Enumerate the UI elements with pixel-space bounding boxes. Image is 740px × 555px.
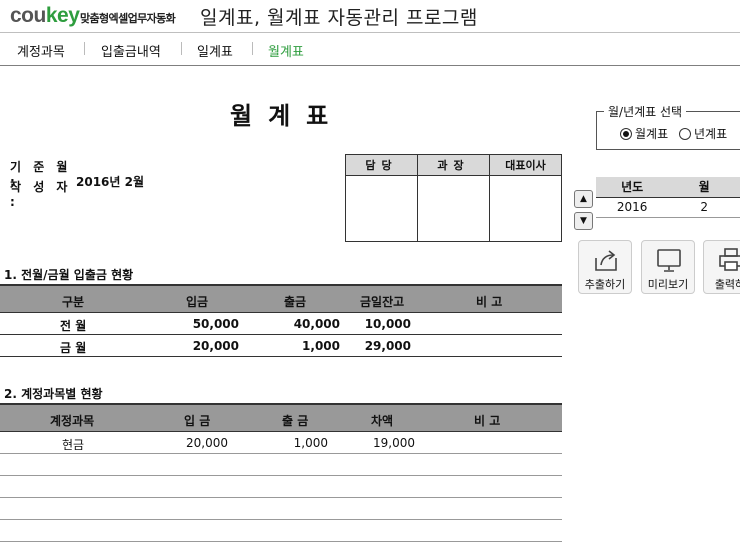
col-note: 비 고	[474, 414, 501, 428]
base-month-value: 2016년 2월	[76, 175, 145, 189]
section2-table: 계정과목 입 금 출 금 차액 비 고 현금 20,000 1,000 19,0…	[0, 403, 562, 555]
radio-yearly[interactable]: 년계표	[679, 125, 727, 142]
preview-button[interactable]: 미리보기	[641, 240, 695, 294]
section1-header-row: 구분 입금 출금 금일잔고 비 고	[0, 284, 562, 313]
table-row	[0, 476, 562, 498]
row-diff: 19,000	[373, 436, 415, 450]
section2-header-row: 계정과목 입 금 출 금 차액 비 고	[0, 403, 562, 432]
report-type-legend: 월/년계표 선택	[604, 103, 687, 120]
spin-down-button[interactable]: ▼	[574, 212, 593, 230]
table-row: 현금 20,000 1,000 19,000	[0, 432, 562, 454]
approval-cell-staff[interactable]	[345, 175, 418, 242]
print-button[interactable]: 출력하	[703, 240, 740, 294]
col-withdrawal: 출금	[284, 295, 307, 309]
logo-tagline: 맞춤형엑셀업무자동화	[80, 12, 176, 25]
row-deposit: 50,000	[192, 317, 239, 331]
menu-item-daily[interactable]: 일계표	[197, 41, 233, 60]
section1-title: 1. 전월/금월 입출금 현황	[4, 268, 134, 282]
row-withdrawal: 1,000	[293, 436, 328, 450]
section1-table: 구분 입금 출금 금일잔고 비 고 전 월 50,000 40,000 10,0…	[0, 284, 562, 357]
col-withdrawal: 출 금	[282, 414, 309, 428]
approval-table: 담당 과장 대표이사	[345, 154, 562, 242]
logo: coukey	[10, 4, 80, 27]
month-header: 월	[668, 177, 740, 198]
export-button[interactable]: 추출하기	[578, 240, 632, 294]
row-deposit: 20,000	[192, 339, 239, 353]
row-label: 전 월	[60, 319, 87, 333]
table-row: 전 월 50,000 40,000 10,000	[0, 313, 562, 335]
report-title: 월계표	[230, 102, 345, 130]
col-category: 구분	[62, 295, 85, 309]
radio-yearly-label: 년계표	[694, 127, 728, 141]
menu-item-accounts[interactable]: 계정과목	[17, 41, 65, 60]
row-balance: 29,000	[364, 339, 411, 353]
print-label: 출력하	[714, 278, 740, 291]
row-account: 현금	[62, 438, 85, 452]
printer-icon	[719, 248, 740, 271]
col-note: 비 고	[476, 295, 503, 309]
table-row	[0, 454, 562, 476]
app-header: coukey 맞춤형엑셀업무자동화 일계표, 월계표 자동관리 프로그램	[0, 0, 740, 33]
top-menu: 계정과목 입출금내역 일계표 월계표	[0, 33, 740, 66]
row-deposit: 20,000	[186, 436, 228, 450]
spin-up-button[interactable]: ▲	[574, 190, 593, 208]
export-label: 추출하기	[584, 278, 626, 291]
author-line: 작 성 자 :	[10, 178, 76, 209]
table-row: 금 월 20,000 1,000 29,000	[0, 335, 562, 357]
col-diff: 차액	[371, 414, 394, 428]
preview-label: 미리보기	[647, 278, 689, 291]
radio-monthly-label: 월계표	[635, 127, 669, 141]
row-balance: 10,000	[364, 317, 411, 331]
triangle-up-icon: ▲	[580, 194, 587, 204]
year-header: 년도	[596, 177, 669, 198]
table-row	[0, 542, 562, 555]
approval-header-ceo: 대표이사	[489, 154, 562, 176]
col-deposit: 입금	[186, 295, 209, 309]
month-value: 2	[668, 197, 740, 218]
approval-header-staff: 담당	[345, 154, 418, 176]
menu-separator	[181, 42, 182, 55]
menu-separator	[252, 42, 253, 55]
table-row	[0, 498, 562, 520]
menu-item-monthly[interactable]: 월계표	[268, 41, 304, 60]
section2-title: 2. 계정과목별 현황	[4, 387, 103, 401]
menu-separator	[84, 42, 85, 55]
col-deposit: 입 금	[184, 414, 211, 428]
table-row	[0, 520, 562, 542]
app-title: 일계표, 월계표 자동관리 프로그램	[200, 7, 478, 29]
year-value: 2016	[596, 197, 669, 218]
row-withdrawal: 40,000	[293, 317, 340, 331]
period-table: 년도 월 2016 2	[596, 177, 740, 218]
radio-unselected-icon	[679, 127, 691, 140]
approval-header-manager: 과장	[417, 154, 490, 176]
row-withdrawal: 1,000	[302, 339, 340, 353]
radio-monthly[interactable]: 월계표	[620, 125, 668, 142]
approval-cell-ceo[interactable]	[489, 175, 562, 242]
approval-cell-manager[interactable]	[417, 175, 490, 242]
menu-item-transactions[interactable]: 입출금내역	[101, 41, 161, 60]
author-label: 작 성 자 :	[10, 180, 72, 209]
col-account: 계정과목	[50, 414, 95, 428]
monitor-icon	[657, 249, 681, 272]
row-label: 금 월	[60, 341, 87, 355]
col-balance: 금일잔고	[360, 295, 405, 309]
radio-selected-icon	[620, 127, 632, 140]
export-icon	[595, 250, 617, 271]
triangle-down-icon: ▼	[580, 216, 587, 226]
